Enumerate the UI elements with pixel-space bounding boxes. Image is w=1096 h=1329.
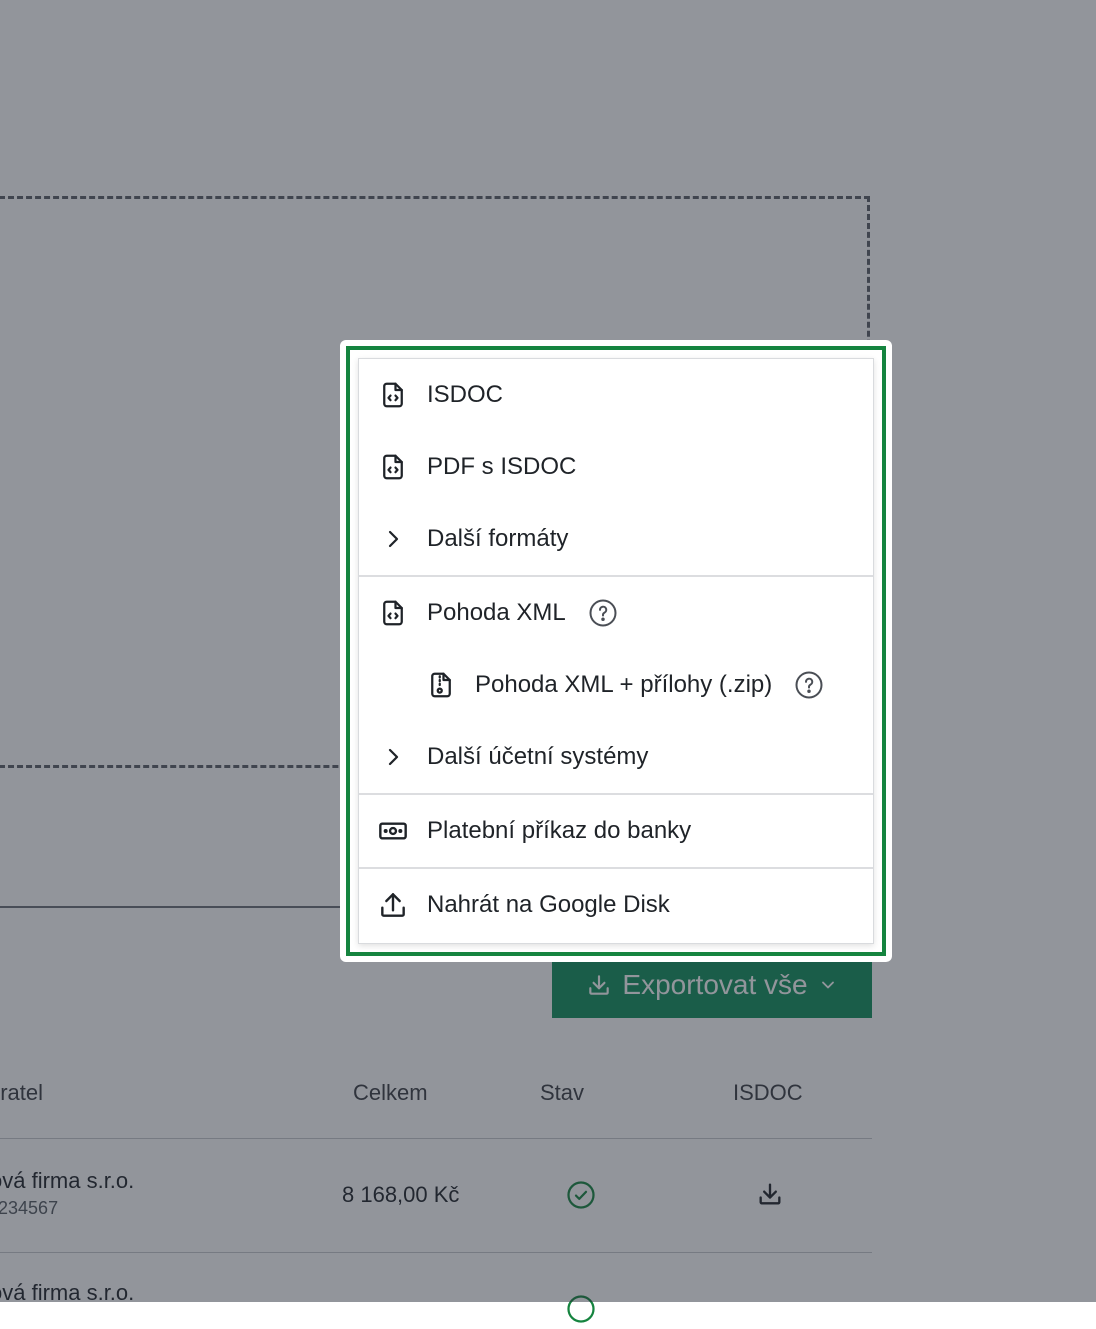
chevron-right-icon <box>377 741 409 773</box>
chevron-right-icon <box>377 523 409 555</box>
menu-item-pohoda-xml-zip[interactable]: Pohoda XML + přílohy (.zip) <box>359 649 873 721</box>
file-code-icon <box>377 379 409 411</box>
export-menu: ISDOC PDF s ISDOC Další formáty Pohoda X… <box>358 358 874 944</box>
menu-item-isdoc[interactable]: ISDOC <box>359 359 873 431</box>
banknote-icon <box>377 815 409 847</box>
menu-item-google-drive[interactable]: Nahrát na Google Disk <box>359 869 873 941</box>
menu-item-label: Další účetní systémy <box>427 743 649 770</box>
file-zip-icon <box>425 669 457 701</box>
menu-item-label: ISDOC <box>427 381 504 408</box>
menu-item-other-accounting[interactable]: Další účetní systémy <box>359 721 873 793</box>
menu-item-bank-order[interactable]: Platební příkaz do banky <box>359 795 873 867</box>
menu-item-label: Platební příkaz do banky <box>427 817 692 844</box>
menu-item-pdf-isdoc[interactable]: PDF s ISDOC <box>359 431 873 503</box>
invoice-list-page: ] Exportovat vše eratel Celkem Stav ISDO… <box>0 0 1096 1323</box>
menu-item-label: Nahrát na Google Disk <box>427 891 670 918</box>
menu-item-pohoda-xml[interactable]: Pohoda XML <box>359 577 873 649</box>
menu-item-label: Další formáty <box>427 525 569 552</box>
menu-item-label: Pohoda XML + přílohy (.zip) <box>475 671 773 698</box>
export-menu-frame: ISDOC PDF s ISDOC Další formáty Pohoda X… <box>340 340 892 962</box>
file-code-icon <box>377 597 409 629</box>
help-circle-icon[interactable] <box>794 670 824 700</box>
menu-item-label: PDF s ISDOC <box>427 453 577 480</box>
upload-icon <box>377 889 409 921</box>
menu-item-label: Pohoda XML <box>427 599 566 626</box>
help-circle-icon[interactable] <box>588 598 618 628</box>
menu-item-other-formats[interactable]: Další formáty <box>359 503 873 575</box>
file-code-icon <box>377 451 409 483</box>
